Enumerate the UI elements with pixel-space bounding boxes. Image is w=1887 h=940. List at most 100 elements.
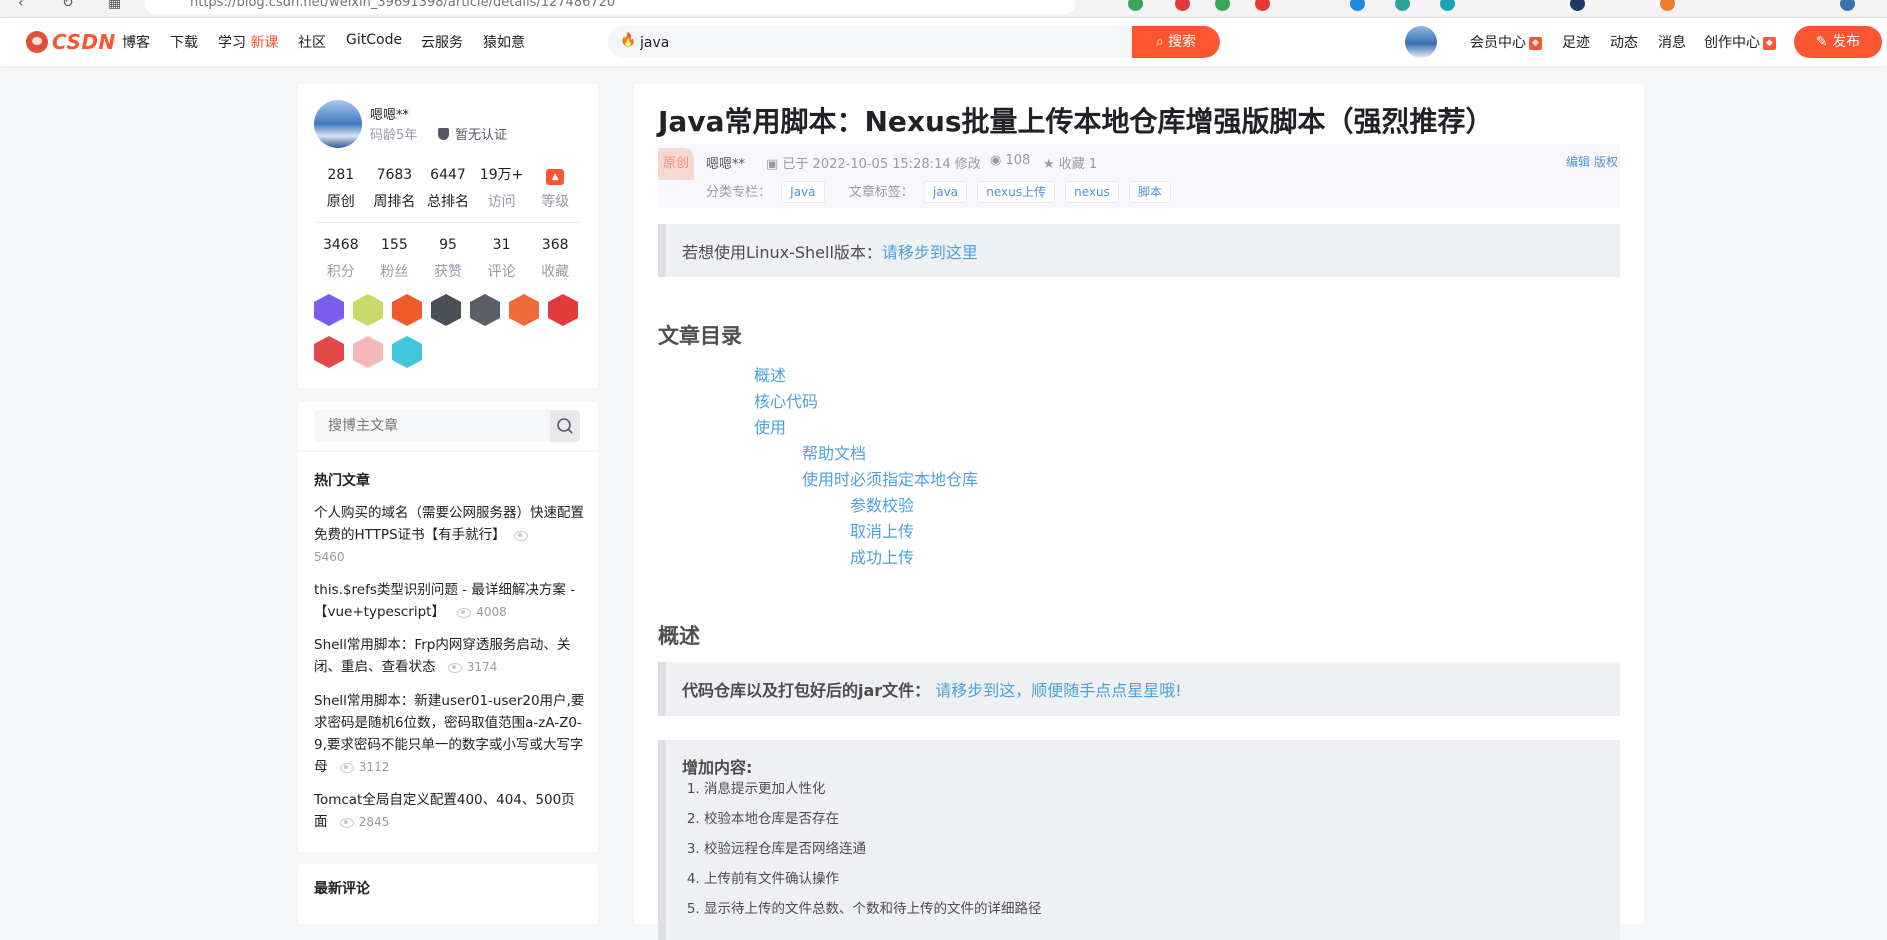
extension-icon[interactable] [1215, 0, 1230, 11]
achievement-badge-icon[interactable] [314, 294, 344, 326]
profile-icon[interactable] [1840, 0, 1855, 11]
apps-icon[interactable]: ▦ [108, 0, 121, 11]
hot-article-item[interactable]: Shell常用脚本：新建user01-user20用户,要求密码是随机6位数，密… [314, 690, 588, 778]
copyright-link[interactable]: 版权 [1594, 153, 1618, 170]
level-icon: ▲ [546, 169, 565, 185]
edit-link[interactable]: 编辑 [1566, 153, 1590, 170]
favorite-button[interactable]: ★ 收藏 1 [1043, 153, 1097, 172]
article-meta: 原创 嗯嗯** ▣ 已于 2022-10-05 15:28:14 修改 ◉ 10… [658, 144, 1620, 208]
stat-total-rank[interactable]: 6447 总排名 [421, 165, 475, 211]
article-tag[interactable]: nexus上传 [977, 181, 1055, 203]
clock-icon: ▣ [766, 157, 783, 172]
blog-search-button[interactable] [550, 410, 580, 442]
profile-card: 嗯嗯** 码龄5年 暂无认证 281 原创 7683 周排名 6447 总排名 … [298, 84, 598, 388]
certification-status: 暂无认证 [438, 124, 507, 143]
article-tag[interactable]: nexus [1065, 181, 1119, 203]
activity-link[interactable]: 动态 [1610, 32, 1638, 52]
profile-name[interactable]: 嗯嗯** [370, 104, 409, 123]
eye-icon [339, 762, 354, 773]
achievement-badge-icon[interactable] [431, 294, 461, 326]
achievement-badge-icon[interactable] [392, 336, 422, 368]
achievement-badge-icon[interactable] [470, 294, 500, 326]
achievement-badge-icon[interactable] [509, 294, 539, 326]
publish-time: ▣ 已于 2022-10-05 15:28:14 修改 [766, 157, 981, 172]
toc-link[interactable]: 取消上传 [850, 518, 914, 542]
toc-link[interactable]: 使用 [754, 414, 786, 438]
stat-visits: 19万+ 访问 [479, 167, 524, 210]
repository-link[interactable]: 请移步到这，顺便随手点点星星哦! [935, 681, 1181, 700]
list-item: 校验本地仓库是否存在 [704, 804, 1042, 834]
address-bar[interactable]: https://blog.csdn.net/weixin_39691398/ar… [145, 0, 1075, 14]
hot-article-item[interactable]: Shell常用脚本：Frp内网穿透服务启动、关闭、重启、查看状态 3174 [314, 634, 588, 678]
article-tag[interactable]: 脚本 [1129, 181, 1172, 203]
achievement-badge-icon[interactable] [392, 294, 422, 326]
list-item: 显示待上传的文件总数、个数和待上传的文件的详细路径 [704, 894, 1042, 924]
nav-gitcode[interactable]: GitCode [346, 32, 402, 48]
stat-original[interactable]: 281 原创 [314, 165, 368, 211]
toc-link[interactable]: 参数校验 [850, 492, 914, 516]
achievement-badge-icon[interactable] [353, 294, 383, 326]
publish-button[interactable]: ✎ 发布 [1794, 26, 1882, 58]
search-button[interactable]: ⌕ 搜索 [1132, 26, 1220, 58]
extension-icon[interactable] [1350, 0, 1365, 11]
star-icon: ★ [1043, 157, 1059, 172]
search-input[interactable] [638, 26, 1112, 58]
new-course-badge: 新课 [250, 35, 279, 51]
eye-icon [339, 817, 354, 828]
csdn-logo[interactable]: CSDN [26, 30, 116, 54]
stat-level[interactable]: ▲ 等级 [528, 165, 582, 211]
achievement-badge-icon[interactable] [353, 336, 383, 368]
extension-icon[interactable] [1255, 0, 1270, 11]
badge-row [314, 294, 578, 326]
back-icon[interactable]: ‹ [18, 0, 24, 11]
latest-comments-title: 最新评论 [314, 881, 370, 897]
toc-link[interactable]: 成功上传 [850, 544, 914, 568]
nav-blog[interactable]: 博客 [122, 32, 150, 52]
eye-icon [457, 607, 472, 618]
nav-cloud[interactable]: 云服务 [421, 32, 463, 52]
achievement-badge-icon[interactable] [314, 336, 344, 368]
toc-link[interactable]: 使用时必须指定本地仓库 [802, 466, 978, 490]
extension-icon[interactable] [1440, 0, 1455, 11]
article-body: Java常用脚本：Nexus批量上传本地仓库增强版脚本（强烈推荐） 原创 嗯嗯*… [634, 84, 1644, 940]
extension-icon[interactable] [1128, 0, 1143, 11]
extension-icon[interactable] [1395, 0, 1410, 11]
stat-fans[interactable]: 155 粉丝 [368, 235, 422, 281]
extension-icon[interactable] [1660, 0, 1675, 11]
blog-search-input[interactable] [314, 410, 580, 442]
nav-learn[interactable]: 学习 新课 [218, 32, 278, 52]
category-tag[interactable]: Java [781, 181, 825, 203]
additions-note: 增加内容: 消息提示更加人性化 校验本地仓库是否存在 校验远程仓库是否网络连通 … [658, 740, 1620, 940]
nav-yuanruyi[interactable]: 猿如意 [483, 32, 525, 52]
eye-icon: ◉ [990, 153, 1006, 168]
vip-center-link[interactable]: 会员中心 ◆ [1470, 32, 1542, 52]
view-count: ◉ 108 [990, 153, 1031, 168]
footprint-link[interactable]: 足迹 [1562, 32, 1590, 52]
toc-link[interactable]: 帮助文档 [802, 440, 866, 464]
hot-article-item[interactable]: this.$refs类型识别问题 - 最详细解决方案 -【vue+typescr… [314, 579, 588, 623]
stat-weekly-rank[interactable]: 7683 周排名 [368, 165, 422, 211]
messages-link[interactable]: 消息 [1658, 32, 1686, 52]
extension-icon[interactable] [1175, 0, 1190, 11]
nav-download[interactable]: 下载 [170, 32, 198, 52]
hot-article-item[interactable]: Tomcat全局自定义配置400、404、500页面 2845 [314, 789, 588, 833]
linux-version-link[interactable]: 请移步到这里 [882, 243, 978, 262]
toc-link[interactable]: 核心代码 [754, 388, 818, 412]
shield-icon [438, 128, 449, 140]
achievement-badge-icon[interactable] [548, 294, 578, 326]
badge-row [314, 336, 422, 368]
extension-icon[interactable] [1570, 0, 1585, 11]
creation-center-link[interactable]: 创作中心 ◆ [1704, 32, 1776, 52]
article-tag[interactable]: java [923, 181, 968, 203]
avatar[interactable] [314, 100, 362, 148]
code-age: 码龄5年 [370, 128, 418, 143]
hot-article-item[interactable]: 个人购买的域名（需要公网服务器）快速配置免费的HTTPS证书【有手就行】 546… [314, 502, 588, 568]
pen-icon: ✎ [1815, 34, 1828, 50]
toc-link[interactable]: 概述 [754, 362, 786, 386]
author-link[interactable]: 嗯嗯** [706, 153, 745, 172]
reload-icon[interactable]: ↻ [62, 0, 74, 11]
avatar[interactable] [1405, 26, 1437, 58]
page-title: Java常用脚本：Nexus批量上传本地仓库增强版脚本（强烈推荐） [658, 105, 1494, 138]
nav-community[interactable]: 社区 [298, 32, 326, 52]
repository-note: 代码仓库以及打包好后的jar文件： 请移步到这，顺便随手点点星星哦! [658, 662, 1620, 716]
